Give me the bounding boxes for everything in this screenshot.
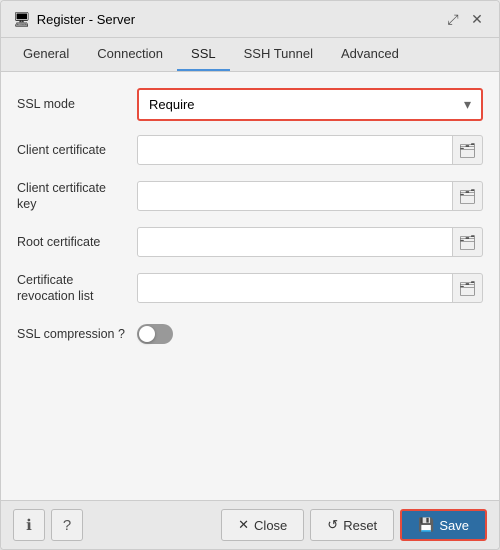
ssl-mode-label: SSL mode xyxy=(17,96,137,112)
cert-revocation-browse-button[interactable]: 🗂 xyxy=(453,273,483,303)
client-certificate-key-input[interactable] xyxy=(137,181,453,211)
register-server-window: 🖥 Register - Server ⤢ ✕ General Connecti… xyxy=(0,0,500,550)
client-certificate-key-control: 🗂 xyxy=(137,181,483,211)
ssl-mode-select[interactable]: Require xyxy=(137,88,483,121)
reset-icon: ↺ xyxy=(327,517,338,533)
ssl-compression-control xyxy=(137,324,483,344)
footer: ℹ ? ✕ Close ↺ Reset 💾 Save xyxy=(1,500,499,549)
tab-ssl[interactable]: SSL xyxy=(177,38,230,71)
client-certificate-input[interactable] xyxy=(137,135,453,165)
toggle-knob xyxy=(139,326,155,342)
cert-revocation-row: Certificate revocation list 🗂 xyxy=(17,270,483,306)
tab-connection[interactable]: Connection xyxy=(83,38,177,71)
close-icon: ✕ xyxy=(238,517,249,533)
save-label: Save xyxy=(439,518,469,533)
info-icon: ℹ xyxy=(26,516,32,534)
ssl-compression-toggle-wrap xyxy=(137,324,173,344)
ssl-compression-toggle[interactable] xyxy=(137,324,173,344)
tab-general[interactable]: General xyxy=(9,38,83,71)
ssl-mode-control: Require xyxy=(137,88,483,121)
root-certificate-row: Root certificate 🗂 xyxy=(17,224,483,260)
title-bar-controls: ⤢ ✕ xyxy=(443,9,487,29)
root-certificate-file-row: 🗂 xyxy=(137,227,483,257)
cert-revocation-input[interactable] xyxy=(137,273,453,303)
ssl-mode-value: Require xyxy=(149,97,195,112)
footer-left: ℹ ? xyxy=(13,509,83,541)
client-certificate-key-file-row: 🗂 xyxy=(137,181,483,211)
ssl-form: SSL mode Require Client certificate 🗂 Cl… xyxy=(1,72,499,500)
expand-button[interactable]: ⤢ xyxy=(443,9,463,29)
info-button[interactable]: ℹ xyxy=(13,509,45,541)
window-icon: 🖥 xyxy=(13,11,31,28)
client-certificate-label: Client certificate xyxy=(17,142,137,158)
root-certificate-control: 🗂 xyxy=(137,227,483,257)
cert-revocation-label: Certificate revocation list xyxy=(17,272,137,305)
client-certificate-key-label: Client certificate key xyxy=(17,180,137,213)
cert-revocation-file-row: 🗂 xyxy=(137,273,483,303)
root-certificate-input[interactable] xyxy=(137,227,453,257)
ssl-compression-label: SSL compression ? xyxy=(17,326,137,342)
root-certificate-label: Root certificate xyxy=(17,234,137,250)
tab-advanced[interactable]: Advanced xyxy=(327,38,413,71)
reset-label: Reset xyxy=(343,518,377,533)
root-certificate-browse-button[interactable]: 🗂 xyxy=(453,227,483,257)
title-bar: 🖥 Register - Server ⤢ ✕ xyxy=(1,1,499,38)
client-certificate-row: Client certificate 🗂 xyxy=(17,132,483,168)
client-certificate-browse-button[interactable]: 🗂 xyxy=(453,135,483,165)
footer-right: ✕ Close ↺ Reset 💾 Save xyxy=(221,509,487,541)
save-icon: 💾 xyxy=(418,517,434,533)
ssl-compression-row: SSL compression ? xyxy=(17,316,483,352)
chevron-down-icon xyxy=(464,96,471,113)
tab-ssh-tunnel[interactable]: SSH Tunnel xyxy=(230,38,327,71)
window-title: Register - Server xyxy=(37,12,135,27)
title-bar-left: 🖥 Register - Server xyxy=(13,11,135,28)
ssl-mode-row: SSL mode Require xyxy=(17,86,483,122)
close-button[interactable]: ✕ Close xyxy=(221,509,304,541)
client-certificate-file-row: 🗂 xyxy=(137,135,483,165)
close-label: Close xyxy=(254,518,287,533)
client-certificate-control: 🗂 xyxy=(137,135,483,165)
client-certificate-key-browse-button[interactable]: 🗂 xyxy=(453,181,483,211)
reset-button[interactable]: ↺ Reset xyxy=(310,509,394,541)
save-button[interactable]: 💾 Save xyxy=(400,509,487,541)
help-button[interactable]: ? xyxy=(51,509,83,541)
cert-revocation-control: 🗂 xyxy=(137,273,483,303)
tabs-bar: General Connection SSL SSH Tunnel Advanc… xyxy=(1,38,499,72)
close-window-button[interactable]: ✕ xyxy=(467,9,487,29)
client-certificate-key-row: Client certificate key 🗂 xyxy=(17,178,483,214)
help-icon: ? xyxy=(63,517,71,534)
